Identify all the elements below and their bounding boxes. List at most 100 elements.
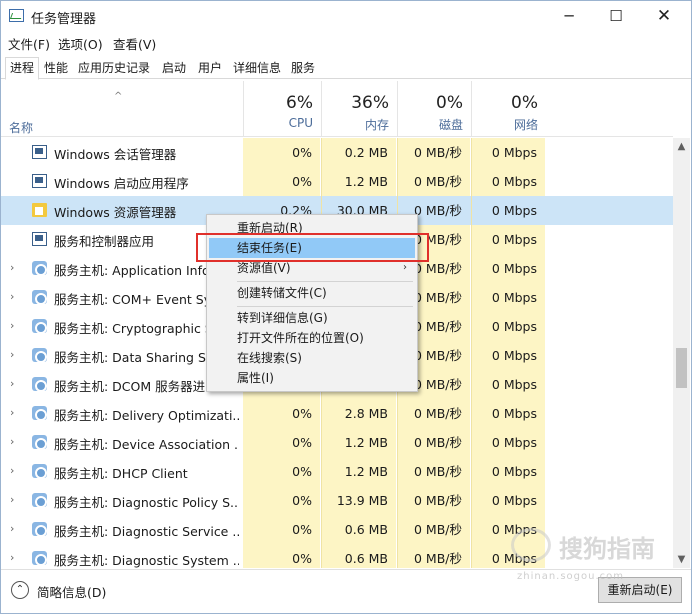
fewer-details-link[interactable]: 简略信息(D) bbox=[37, 582, 106, 601]
expand-chevron-icon[interactable]: › bbox=[10, 377, 14, 390]
tab-startup[interactable]: 启动 bbox=[157, 57, 191, 79]
gear-icon bbox=[32, 377, 47, 392]
watermark-url: zhinan.sogou.com bbox=[517, 571, 625, 582]
menu-options[interactable]: 选项(O) bbox=[58, 34, 103, 53]
network-value: 0 Mbps bbox=[471, 457, 545, 486]
network-value: 0 Mbps bbox=[471, 370, 545, 399]
watermark-logo-icon bbox=[511, 528, 551, 562]
expand-chevron-icon[interactable]: › bbox=[10, 493, 14, 506]
context-separator bbox=[237, 281, 413, 282]
scroll-down-icon[interactable]: ▼ bbox=[673, 551, 690, 568]
task-manager-window: 任务管理器 ─ ☐ ✕ 文件(F) 选项(O) 查看(V) 进程 性能 应用历史… bbox=[0, 0, 692, 614]
scrollbar-thumb[interactable] bbox=[676, 348, 687, 388]
tab-processes[interactable]: 进程 bbox=[5, 57, 40, 80]
vertical-scrollbar[interactable]: ▲ ▼ bbox=[673, 138, 690, 568]
column-header: ^ 名称 6% CPU 36% 内存 0% 磁盘 0% 网络 bbox=[1, 81, 673, 137]
expand-chevron-icon[interactable]: › bbox=[10, 319, 14, 332]
disk-value: 0 MB/秒 bbox=[397, 428, 470, 457]
context-properties[interactable]: 属性(I) bbox=[209, 368, 415, 388]
window-icon bbox=[32, 232, 47, 246]
table-row[interactable]: › 服务主机: DHCP Client 0% 1.2 MB 0 MB/秒 0 Mbps bbox=[1, 457, 673, 486]
network-value: 0 Mbps bbox=[471, 283, 545, 312]
process-name: 服务主机: DHCP Client bbox=[54, 466, 188, 481]
sort-arrow-icon[interactable]: ^ bbox=[114, 91, 122, 102]
disk-value: 0 MB/秒 bbox=[397, 167, 470, 196]
cpu-value: 0% bbox=[243, 515, 320, 544]
context-search-online[interactable]: 在线搜索(S) bbox=[209, 348, 415, 368]
context-resource-values-label: 资源值(V) bbox=[237, 261, 291, 275]
menu-view[interactable]: 查看(V) bbox=[113, 34, 156, 53]
table-row[interactable]: › 服务主机: Diagnostic Policy S... 0% 13.9 MB 0 … bbox=[1, 486, 673, 515]
network-value: 0 Mbps bbox=[471, 167, 545, 196]
window-icon bbox=[32, 174, 47, 188]
process-name: 服务主机: Diagnostic Service ... bbox=[54, 524, 239, 539]
fewer-details-icon[interactable]: ⌃ bbox=[11, 581, 29, 599]
cpu-value: 0% bbox=[243, 486, 320, 515]
column-network[interactable]: 0% 网络 bbox=[471, 81, 546, 137]
title-bar: 任务管理器 ─ ☐ ✕ bbox=[1, 1, 691, 31]
context-go-to-details[interactable]: 转到详细信息(G) bbox=[209, 308, 415, 328]
memory-value: 0.6 MB bbox=[321, 544, 396, 568]
disk-label: 磁盘 bbox=[438, 118, 463, 132]
table-row[interactable]: › 服务主机: Delivery Optimizati... 0% 2.8 MB 0 M… bbox=[1, 399, 673, 428]
context-search-online-label: 在线搜索(S) bbox=[237, 351, 302, 365]
expand-chevron-icon[interactable]: › bbox=[10, 348, 14, 361]
disk-value: 0 MB/秒 bbox=[397, 515, 470, 544]
cpu-value: 0% bbox=[243, 167, 320, 196]
tab-app-history[interactable]: 应用历史记录 bbox=[73, 57, 155, 79]
memory-value: 0.2 MB bbox=[321, 138, 396, 167]
expand-chevron-icon[interactable]: › bbox=[10, 435, 14, 448]
column-memory[interactable]: 36% 内存 bbox=[321, 81, 397, 137]
context-open-file-location[interactable]: 打开文件所在的位置(O) bbox=[209, 328, 415, 348]
table-row[interactable]: Windows 会话管理器 0% 0.2 MB 0 MB/秒 0 Mbps bbox=[1, 138, 673, 167]
disk-value: 0 MB/秒 bbox=[397, 544, 470, 568]
table-row[interactable]: › 服务主机: Device Association ... 0% 1.2 MB 0 M… bbox=[1, 428, 673, 457]
expand-chevron-icon[interactable]: › bbox=[10, 406, 14, 419]
disk-total-percent: 0% bbox=[436, 93, 463, 113]
tab-details[interactable]: 详细信息 bbox=[228, 57, 286, 79]
gear-icon bbox=[32, 319, 47, 334]
network-value: 0 Mbps bbox=[471, 399, 545, 428]
column-name[interactable]: 名称 bbox=[9, 119, 33, 136]
expand-chevron-icon[interactable]: › bbox=[10, 464, 14, 477]
column-disk[interactable]: 0% 磁盘 bbox=[397, 81, 471, 137]
tab-services[interactable]: 服务 bbox=[286, 57, 320, 79]
process-name: 服务主机: Diagnostic Policy S... bbox=[54, 495, 239, 510]
context-separator bbox=[237, 306, 413, 307]
column-separator bbox=[471, 138, 472, 568]
scroll-up-icon[interactable]: ▲ bbox=[673, 138, 690, 155]
disk-value: 0 MB/秒 bbox=[397, 457, 470, 486]
context-go-to-details-label: 转到详细信息(G) bbox=[237, 311, 328, 325]
expand-chevron-icon[interactable]: › bbox=[10, 551, 14, 564]
network-value: 0 Mbps bbox=[471, 254, 545, 283]
table-row[interactable]: Windows 启动应用程序 0% 1.2 MB 0 MB/秒 0 Mbps bbox=[1, 167, 673, 196]
process-name: 服务主机: Device Association ... bbox=[54, 437, 239, 452]
cpu-value: 0% bbox=[243, 428, 320, 457]
tab-performance[interactable]: 性能 bbox=[39, 57, 73, 79]
minimize-button[interactable]: ─ bbox=[546, 1, 592, 31]
gear-icon bbox=[32, 493, 47, 508]
memory-total-percent: 36% bbox=[351, 93, 389, 113]
gear-icon bbox=[32, 290, 47, 305]
network-value: 0 Mbps bbox=[471, 486, 545, 515]
menu-bar: 文件(F) 选项(O) 查看(V) bbox=[1, 32, 691, 52]
gear-icon bbox=[32, 406, 47, 421]
column-cpu[interactable]: 6% CPU bbox=[243, 81, 321, 137]
maximize-button[interactable]: ☐ bbox=[593, 1, 639, 31]
tab-users[interactable]: 用户 bbox=[193, 57, 227, 79]
network-total-percent: 0% bbox=[511, 93, 538, 113]
menu-file[interactable]: 文件(F) bbox=[8, 34, 50, 53]
cpu-value: 0% bbox=[243, 138, 320, 167]
close-button[interactable]: ✕ bbox=[641, 1, 687, 31]
cpu-label: CPU bbox=[288, 116, 313, 130]
process-name: 服务主机: Diagnostic System ... bbox=[54, 553, 239, 568]
expand-chevron-icon[interactable]: › bbox=[10, 522, 14, 535]
cpu-value: 0% bbox=[243, 544, 320, 568]
expand-chevron-icon[interactable]: › bbox=[10, 290, 14, 303]
gear-icon bbox=[32, 551, 47, 566]
context-create-dump[interactable]: 创建转储文件(C) bbox=[209, 283, 415, 303]
cpu-value: 0% bbox=[243, 399, 320, 428]
network-value: 0 Mbps bbox=[471, 428, 545, 457]
watermark-text: 搜狗指南 bbox=[559, 535, 655, 563]
expand-chevron-icon[interactable]: › bbox=[10, 261, 14, 274]
